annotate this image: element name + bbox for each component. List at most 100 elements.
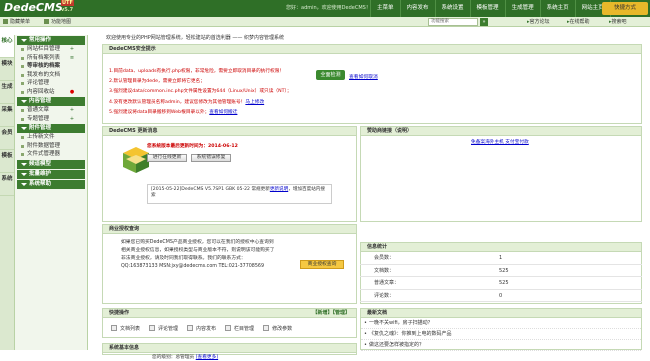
level-value: 总管理员 xyxy=(175,355,195,360)
sidebar-item[interactable]: 附件数据管理 xyxy=(15,142,87,151)
quick-item[interactable]: 文档列表 xyxy=(111,324,140,332)
add-icon[interactable]: + xyxy=(69,107,75,113)
sidebar-group-header[interactable]: 内容管理 xyxy=(17,97,85,106)
sidebar-tab[interactable]: 核心 xyxy=(0,35,14,58)
function-map-label: 功能地图 xyxy=(51,19,72,25)
quick-item-label: 栏目管理 xyxy=(234,325,255,332)
dede-bar-label: 搜索吧 xyxy=(611,19,627,25)
sidebar-item[interactable]: 网站栏目管理 + xyxy=(15,45,87,54)
quick-actions: 【新增】【管理】 xyxy=(312,309,350,318)
forum-link[interactable]: ▸官方论坛 xyxy=(527,17,550,27)
quick-item[interactable]: 栏目管理 xyxy=(225,324,254,332)
scan-button[interactable]: 全面检测 xyxy=(316,70,345,80)
add-icon[interactable]: + xyxy=(69,46,75,52)
security-line: 1.目前data、uploads有执行.php权限，非常危险，需要立即取消目录的… xyxy=(109,69,284,75)
latest-item[interactable]: 《复仇之魂》：你推到上电的数码产品 xyxy=(361,329,641,340)
update-news-text: [2015-05-22]DedeCMS V5.7SP1 GBK 05-22 常规… xyxy=(151,187,270,192)
latest-item[interactable]: 一晚不关wifi，房子扫描动？ xyxy=(361,318,641,329)
sidebar-tab[interactable]: 采集 xyxy=(0,104,14,127)
stats-value: 0 xyxy=(499,292,503,299)
latest-list: 一晚不关wifi，房子扫描动？《复仇之魂》：你推到上电的数码产品做这还要怎样被指… xyxy=(361,318,641,351)
logo-text: DedeCMS xyxy=(4,1,63,14)
security-line-text: 默认管理目录为dede，需要立即将它更名； xyxy=(113,79,205,84)
quick-menu-button[interactable]: 快捷方式 xyxy=(602,2,648,15)
sidebar-group-header[interactable]: 频道模型 xyxy=(17,159,85,169)
security-panel: DedeCMS安全提示 1.目前data、uploads有执行.php权限，非常… xyxy=(102,44,642,124)
add-icon[interactable]: + xyxy=(69,116,75,122)
sidebar-group-header[interactable]: 常用操作 xyxy=(17,36,85,45)
security-line: 4.没有更改默认管理员名称admin，建议您修改为其他管理账号！马上修改 xyxy=(109,100,264,106)
sidebar-item[interactable]: 等审核的档案 xyxy=(15,62,87,71)
security-line: 5.强烈建议将data目录搬移到Web根目录以外；查看如何搬迁 xyxy=(109,110,237,116)
sidebar-item[interactable]: 文件式管理器 xyxy=(15,150,87,159)
update-news-link[interactable]: 更新说明 xyxy=(270,187,288,192)
latest-item[interactable]: 做这还要怎样被指定的？ xyxy=(361,340,641,351)
list-icon[interactable]: ≡ xyxy=(69,55,75,61)
quick-panel: 快捷操作 【新增】【管理】 文档列表 评论管理 内容发布 栏目管理 修改参数 xyxy=(102,308,357,338)
sidebar-item[interactable]: 评论管理 xyxy=(15,79,87,88)
nav-item[interactable]: 系统设置 xyxy=(434,0,470,17)
forum-label: 官方论坛 xyxy=(529,19,550,25)
function-search-input[interactable]: 功能搜索 xyxy=(428,18,478,26)
sidebar-tab[interactable]: 模块 xyxy=(0,58,14,81)
online-update-button[interactable]: 进行在线更新 xyxy=(147,154,187,162)
security-line-text: 没有更改默认管理员名称admin，建议您修改为其他管理账号！ xyxy=(113,100,246,105)
sponsor-panel: 赞助商链接（说明） 免备案海外主机 支付宝付款 xyxy=(360,126,642,222)
sidebar-group-header[interactable]: 批量维护 xyxy=(17,169,85,179)
main-nav: 主菜单内容发布系统设置模板管理生成管理系统主页网站主页注销 xyxy=(370,0,634,17)
nav-item[interactable]: 模板管理 xyxy=(469,0,505,17)
nav-item[interactable]: 生成管理 xyxy=(504,0,540,17)
dede-bar-link[interactable]: ▸搜索吧 xyxy=(609,17,627,27)
sidebar-item-label: 等审核的档案 xyxy=(27,63,61,69)
nav-item[interactable]: 内容发布 xyxy=(399,0,435,17)
sidebar-item[interactable]: 上传新文件 xyxy=(15,133,87,142)
stats-value: 525 xyxy=(499,280,509,286)
sidebar-group-header[interactable]: 附件管理 xyxy=(17,124,85,133)
update-news-box: [2015-05-22]DedeCMS V5.7SP1 GBK 05-22 常规… xyxy=(147,184,332,204)
alert-icon[interactable]: ● xyxy=(69,89,75,95)
latest-panel: 最新文档 一晚不关wifi，房子扫描动？《复仇之魂》：你推到上电的数码产品做这还… xyxy=(360,308,642,351)
sidebar-group-header[interactable]: 系统帮助 xyxy=(17,179,85,189)
auth-panel: 商业授权查询 如果您已购买DedeCMS产品商业授权，您可以在我们的授权中心查询… xyxy=(102,224,357,304)
quick-manage-link[interactable]: 【管理】 xyxy=(332,310,350,316)
sidebar-item[interactable]: 普通文章 + xyxy=(15,106,87,115)
sidebar-tab[interactable]: 系统 xyxy=(0,173,14,196)
bug-fix-button[interactable]: 系统错误修复 xyxy=(191,154,231,162)
nav-item[interactable]: 系统主页 xyxy=(539,0,575,17)
intro-text: 欢迎使用专业的PHP网站管理系统，轻松建站的首选利器 —— 织梦内容管理系统 xyxy=(106,35,284,41)
nav-item[interactable]: 主菜单 xyxy=(370,0,400,17)
quick-add-link[interactable]: 【新增】 xyxy=(312,310,332,316)
security-line-link[interactable]: 查看如何搬迁 xyxy=(209,110,237,115)
function-search-button[interactable]: » xyxy=(480,18,488,26)
quick-item[interactable]: 修改参数 xyxy=(263,324,292,332)
sidebar-item[interactable]: 所有档案列表 ≡ xyxy=(15,54,87,63)
sidebar-tab[interactable]: 模板 xyxy=(0,150,14,173)
map-icon xyxy=(44,19,49,24)
security-line-text: 强烈建议data/common.inc.php文件属性设置为644（Linux/… xyxy=(113,89,292,94)
quick-title-text: 快捷操作 xyxy=(109,310,130,316)
view-more-link[interactable]: [查看更多] xyxy=(196,355,218,360)
auth-query-button[interactable]: 商业授权查询 xyxy=(300,260,344,269)
toolbar: 隐藏菜单 功能地图 ▸官方论坛 ▸在线帮助 ▸搜索吧 xyxy=(0,17,650,27)
sidebar-tab[interactable]: 会员 xyxy=(0,127,14,150)
quick-item[interactable]: 内容发布 xyxy=(187,324,216,332)
logo-badge: UTF xyxy=(61,0,74,6)
stats-key: 文档数： xyxy=(374,267,395,274)
sponsor-link[interactable]: 免备案海外主机 支付宝付款 xyxy=(471,140,529,146)
stats-table: 会员数： 1 文档数： 525 普通文章： 525 评论数： 0 xyxy=(360,252,642,302)
help-link[interactable]: ▸在线帮助 xyxy=(567,17,590,27)
sidebar-item[interactable]: 内容回收站 ● xyxy=(15,88,87,97)
hide-menu-label: 隐藏菜单 xyxy=(10,19,31,25)
quick-item-icon xyxy=(149,325,156,331)
hide-menu-link[interactable]: 隐藏菜单 xyxy=(3,17,30,27)
scan-link[interactable]: 查看如何取消 xyxy=(349,73,378,80)
security-line-text: 强烈建议将data目录搬移到Web根目录以外； xyxy=(113,110,210,115)
help-label: 在线帮助 xyxy=(569,19,590,25)
function-map-link[interactable]: 功能地图 xyxy=(44,17,71,27)
sidebar-tab[interactable]: 生成 xyxy=(0,81,14,104)
sidebar-item[interactable]: 我发布的文档 xyxy=(15,71,87,80)
update-title: DedeCMS 更新消息 xyxy=(103,127,356,136)
quick-item[interactable]: 评论管理 xyxy=(149,324,178,332)
security-line-link[interactable]: 马上修改 xyxy=(245,100,264,105)
sidebar-item[interactable]: 专题管理 + xyxy=(15,115,87,124)
